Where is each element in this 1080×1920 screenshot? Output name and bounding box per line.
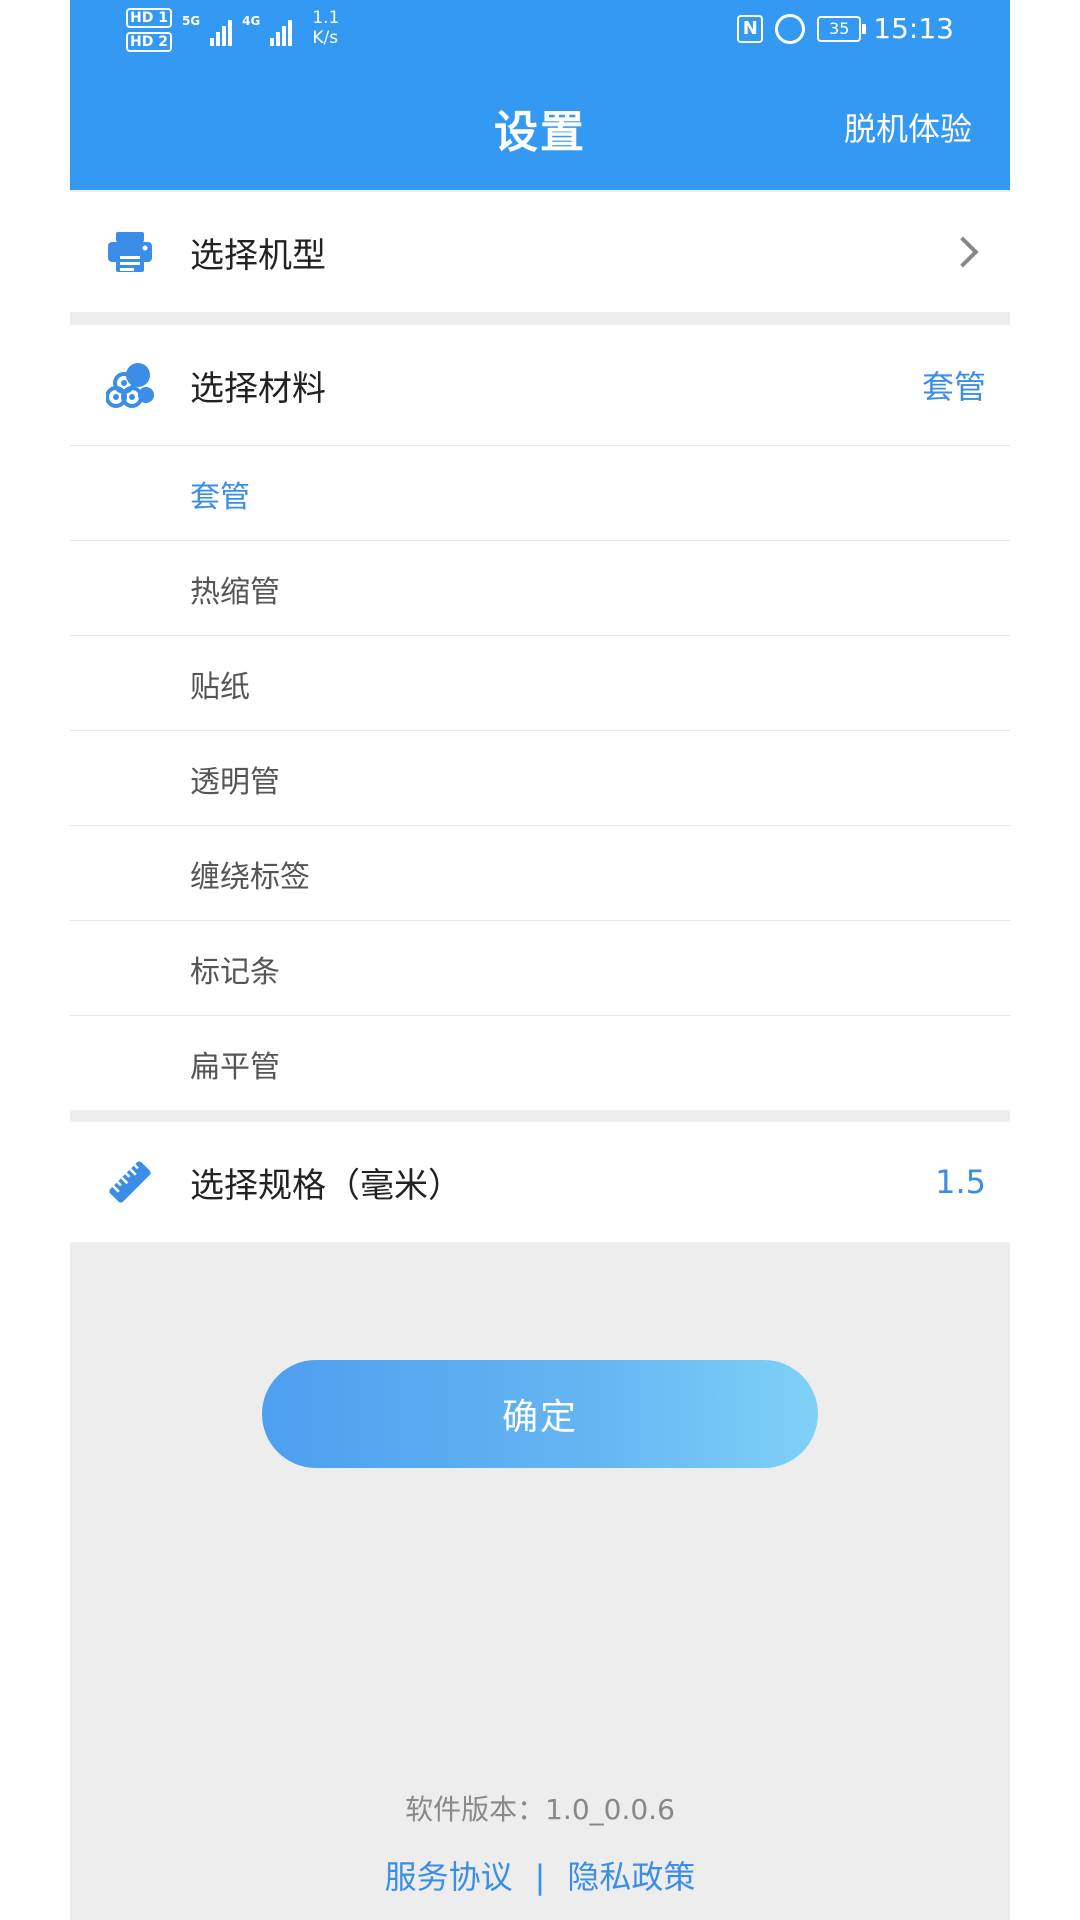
signal-icon <box>210 14 233 46</box>
chevron-right-icon <box>947 236 979 268</box>
material-rolls-icon <box>106 363 154 408</box>
link-separator: | <box>534 1858 546 1896</box>
printer-icon <box>108 232 152 272</box>
speed-unit: K/s <box>312 28 339 48</box>
alarm-icon <box>775 13 806 44</box>
ruler-icon <box>109 1161 151 1203</box>
network-4g-label: 4G <box>242 14 261 28</box>
nfc-icon: N <box>737 14 764 43</box>
network-5g-label: 5G <box>181 14 201 28</box>
software-version: 软件版本：1.0_0.0.6 <box>405 1793 675 1826</box>
select-spec-label: 选择规格（毫米） <box>190 1165 462 1206</box>
select-spec-row[interactable]: 选择规格（毫米） 1.5 <box>70 1122 1010 1242</box>
signal-icon-2 <box>270 14 293 46</box>
status-left: HD 1 HD 2 5G 4G 1.1 K/s <box>126 8 339 52</box>
material-option-7[interactable]: 扁平管 <box>70 1016 1010 1110</box>
material-option-2[interactable]: 热缩管 <box>70 541 1010 635</box>
app-screen: HD 1 HD 2 5G 4G 1.1 K/s N 35 15:13 设置 脱机… <box>70 0 1010 1920</box>
hd1-badge: HD 1 <box>126 8 172 28</box>
material-option-label: 缠绕标签 <box>190 860 310 895</box>
confirm-button[interactable]: 确定 <box>262 1360 818 1468</box>
status-bar: HD 1 HD 2 5G 4G 1.1 K/s N 35 15:13 <box>70 0 1010 60</box>
selected-material-value: 套管 <box>921 368 986 406</box>
hd2-badge: HD 2 <box>126 32 172 52</box>
material-option-label: 热缩管 <box>190 575 280 610</box>
material-option-label: 标记条 <box>190 955 280 990</box>
selected-spec-value: 1.5 <box>935 1163 986 1201</box>
network-speed: 1.1 K/s <box>312 8 339 48</box>
material-option-1[interactable]: 套管 <box>70 446 1010 540</box>
material-option-label: 透明管 <box>190 765 280 800</box>
speed-value: 1.1 <box>312 8 340 28</box>
footer-links: 服务协议 | 隐私政策 <box>70 1852 1010 1898</box>
clock: 15:13 <box>873 12 954 45</box>
app-header: HD 1 HD 2 5G 4G 1.1 K/s N 35 15:13 设置 脱机… <box>70 0 1010 190</box>
select-material-label: 选择材料 <box>190 368 326 409</box>
status-right: N 35 15:13 <box>737 12 954 45</box>
service-agreement-link[interactable]: 服务协议 <box>385 1858 513 1896</box>
hd-badges: HD 1 HD 2 <box>126 8 172 52</box>
material-option-label: 套管 <box>190 480 250 515</box>
select-material-row[interactable]: 选择材料 套管 <box>70 325 1010 445</box>
material-option-6[interactable]: 标记条 <box>70 921 1010 1015</box>
select-model-label: 选择机型 <box>190 235 326 276</box>
material-option-label: 贴纸 <box>190 670 250 705</box>
material-option-5[interactable]: 缠绕标签 <box>70 826 1010 920</box>
select-model-row[interactable]: 选择机型 <box>70 192 1010 312</box>
offline-experience-button[interactable]: 脱机体验 <box>844 104 972 150</box>
material-option-3[interactable]: 贴纸 <box>70 636 1010 730</box>
material-option-label: 扁平管 <box>190 1050 280 1085</box>
privacy-policy-link[interactable]: 隐私政策 <box>567 1858 695 1896</box>
battery-icon: 35 <box>817 15 867 42</box>
material-option-4[interactable]: 透明管 <box>70 731 1010 825</box>
battery-level: 35 <box>829 18 850 38</box>
